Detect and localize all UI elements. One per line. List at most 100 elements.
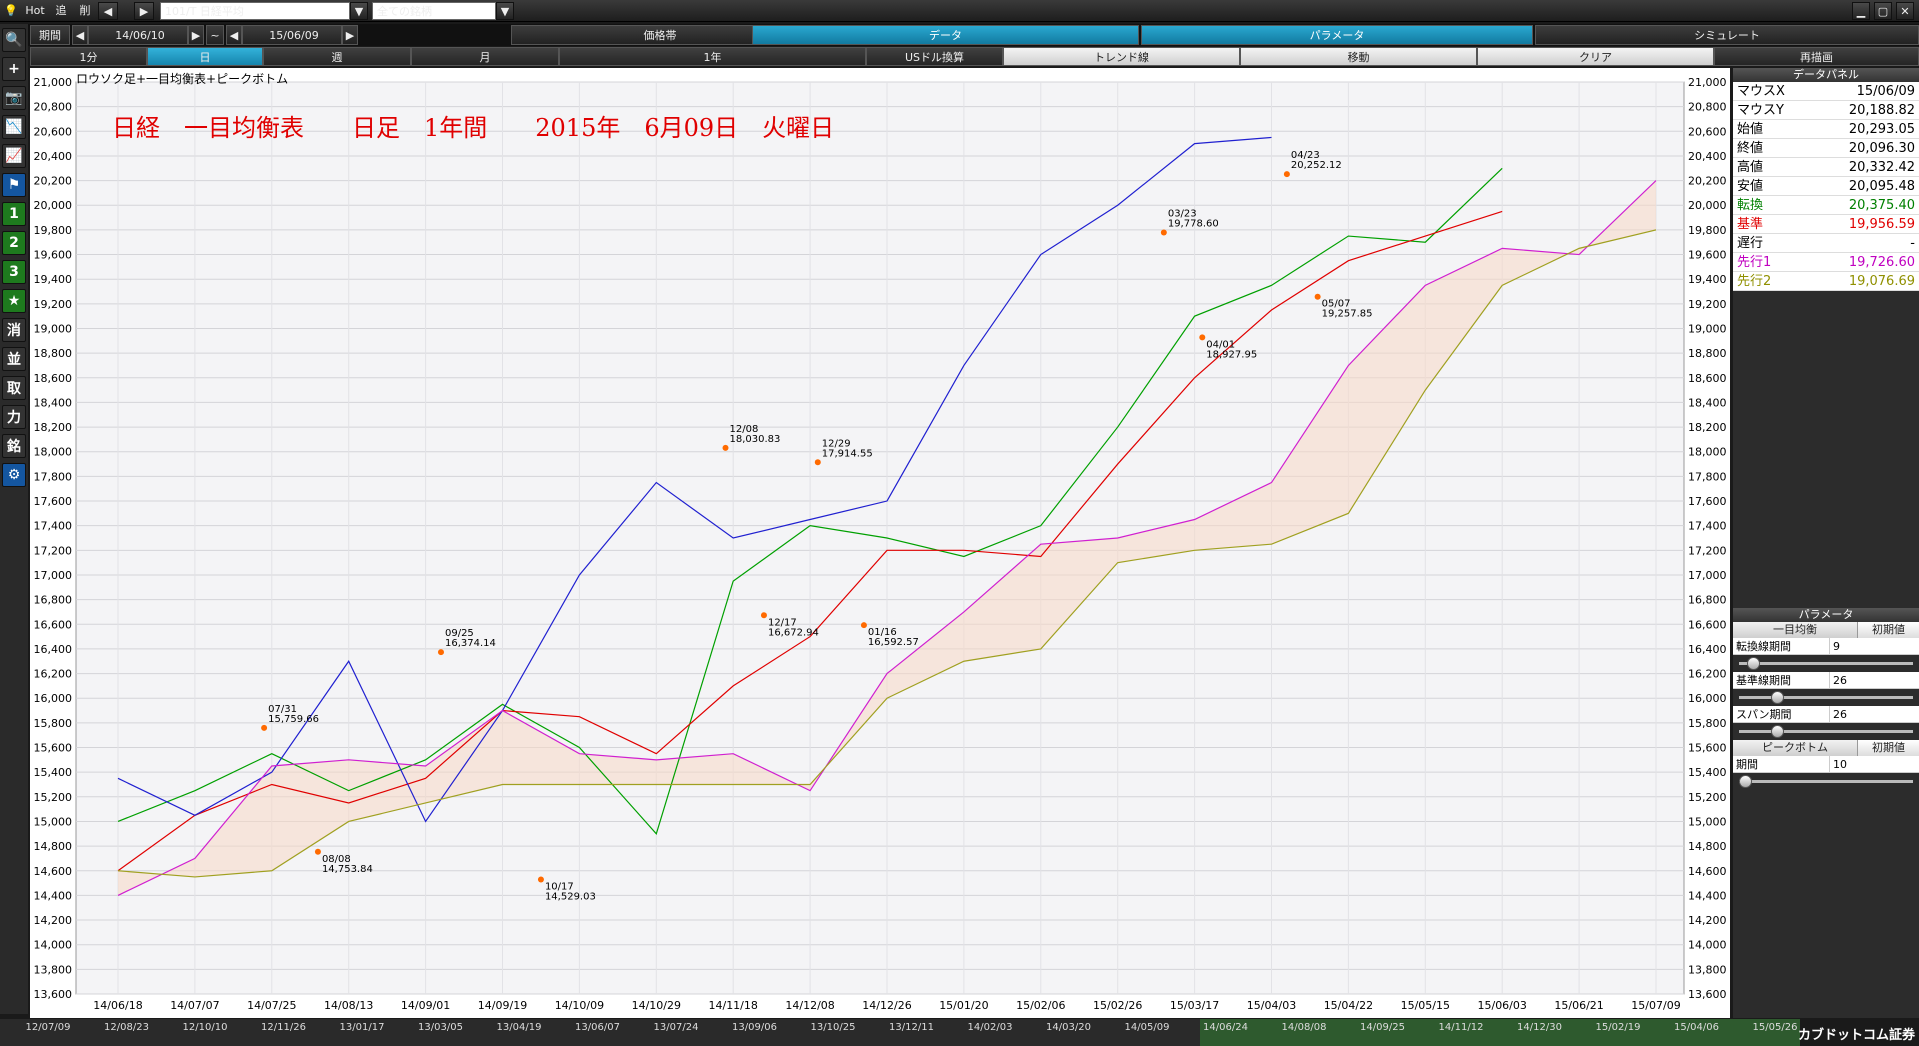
data-row-label: 高値 [1737, 160, 1764, 175]
xtick: 15/02/06 [1016, 999, 1065, 1012]
slider-track[interactable] [1739, 730, 1913, 733]
main-tab-3[interactable]: シミュレート [1535, 25, 1919, 45]
param-value-input[interactable]: 9 [1829, 638, 1919, 654]
param-value-input[interactable]: 26 [1829, 672, 1919, 688]
period-tab-5[interactable]: USドル換算 [866, 47, 1003, 66]
slider-knob[interactable] [1771, 691, 1784, 704]
minimize-icon[interactable]: ▁ [1852, 2, 1870, 20]
list-dropdown-icon[interactable]: ▼ [496, 2, 514, 20]
add-button[interactable]: 追 [52, 2, 70, 20]
hot-button[interactable]: Hot [22, 2, 48, 20]
period-tab-8[interactable]: クリア [1477, 47, 1714, 66]
kanji-icon-2[interactable]: 取 [2, 376, 26, 400]
param-slider[interactable] [1733, 689, 1919, 706]
data-row: 転換 20,375.40 [1733, 196, 1919, 215]
slider-track[interactable] [1739, 662, 1913, 665]
gear-icon[interactable]: ⚙ [2, 463, 26, 487]
kanji-icon-1[interactable]: 並 [2, 347, 26, 371]
flag-icon[interactable]: ⚑ [2, 173, 26, 197]
param-value-input[interactable]: 10 [1829, 756, 1919, 772]
period-tab-2[interactable]: 週 [263, 47, 411, 66]
two-icon[interactable]: 2 [2, 231, 26, 255]
slider-knob[interactable] [1771, 725, 1784, 738]
peak-marker [261, 724, 268, 731]
period-tab-4[interactable]: 1年 [559, 47, 866, 66]
ytick-left: 18,400 [34, 396, 73, 409]
erase-icon[interactable]: 消 [2, 318, 26, 342]
ytick-right: 19,400 [1688, 273, 1727, 286]
maximize-icon[interactable]: ▢ [1874, 2, 1892, 20]
period-tab-9[interactable]: 再描画 [1714, 47, 1919, 66]
data-row-value: 20,096.30 [1848, 141, 1915, 156]
ytick-left: 20,800 [34, 101, 73, 114]
crosshair-icon[interactable]: + [2, 57, 26, 81]
param-slider[interactable] [1733, 655, 1919, 672]
search-icon[interactable]: 🔍 [2, 28, 26, 52]
data-row-label: 始値 [1737, 122, 1764, 137]
list-select[interactable]: 全ての銘柄 [372, 2, 496, 20]
chart-purple-icon[interactable]: 📈 [2, 144, 26, 168]
period-to-next-button[interactable]: ▶ [342, 25, 358, 45]
kanji-icon-4[interactable]: 銘 [2, 434, 26, 458]
slider-track[interactable] [1739, 780, 1913, 783]
period-from-prev-button[interactable]: ◀ [72, 25, 88, 45]
period-from-next-button[interactable]: ▶ [188, 25, 204, 45]
ytick-left: 19,200 [34, 298, 73, 311]
bulb-icon[interactable]: 💡 [4, 2, 18, 20]
reset-default-button[interactable]: 初期値 [1857, 622, 1919, 638]
next-symbol-button[interactable]: ▶ [134, 2, 154, 20]
param-slider[interactable] [1733, 723, 1919, 740]
xtick: 15/03/17 [1170, 999, 1219, 1012]
ytick-left: 19,800 [34, 224, 73, 237]
reset-default-button[interactable]: 初期値 [1857, 740, 1919, 756]
main-tab-1[interactable]: データ [752, 25, 1139, 45]
period-tab-7[interactable]: 移動 [1240, 47, 1477, 66]
ytick-right: 17,200 [1688, 544, 1727, 557]
data-row: 終値 20,096.30 [1733, 139, 1919, 158]
ichimoku-chart[interactable]: 21,000 21,000 20,800 20,800 20,600 20,600 20,4… [30, 68, 1730, 1018]
param-slider[interactable] [1733, 773, 1919, 790]
navigator-label: 12/07/09 [26, 1022, 71, 1033]
main-tab-2[interactable]: パラメータ [1141, 25, 1533, 45]
ytick-right: 15,200 [1688, 791, 1727, 804]
ytick-left: 21,000 [34, 76, 73, 89]
navigator-label: 13/12/11 [889, 1022, 934, 1033]
period-from-input[interactable]: 14/06/10 [88, 25, 188, 45]
period-tab-3[interactable]: 月 [411, 47, 559, 66]
kanji-icon-3[interactable]: 力 [2, 405, 26, 429]
symbol-input[interactable]: 101/T 日経平均 [160, 2, 350, 20]
camera-icon[interactable]: 📷 [2, 86, 26, 110]
ytick-left: 13,800 [34, 963, 73, 976]
symbol-dropdown-icon[interactable]: ▼ [350, 2, 368, 20]
slider-knob[interactable] [1747, 657, 1760, 670]
data-row-value: - [1910, 236, 1915, 251]
navigator-label: 14/11/12 [1439, 1022, 1484, 1033]
period-tab-6[interactable]: トレンド線 [1003, 47, 1240, 66]
period-tab-1[interactable]: 日 [147, 47, 263, 66]
period-label: 期間 [30, 25, 70, 45]
chart-red-icon[interactable]: 📉 [2, 115, 26, 139]
period-to-input[interactable]: 15/06/09 [242, 25, 342, 45]
param-value-input[interactable]: 26 [1829, 706, 1919, 722]
prev-symbol-button[interactable]: ◀ [98, 2, 118, 20]
ytick-right: 16,400 [1688, 643, 1727, 656]
three-icon[interactable]: 3 [2, 260, 26, 284]
ytick-right: 14,600 [1688, 865, 1727, 878]
star-icon[interactable]: ★ [2, 289, 26, 313]
one-icon[interactable]: 1 [2, 202, 26, 226]
data-row: マウスY 20,188.82 [1733, 101, 1919, 120]
navigator-label: 15/04/06 [1674, 1022, 1719, 1033]
ytick-left: 14,800 [34, 840, 73, 853]
bottom-navigator[interactable]: 12/07/09 12/08/23 12/10/10 12/11/26 13/01/17… [0, 1019, 1919, 1046]
ytick-left: 20,600 [34, 125, 73, 138]
delete-button[interactable]: 削 [76, 2, 94, 20]
period-tab-0[interactable]: 1分 [30, 47, 147, 66]
ytick-right: 15,800 [1688, 717, 1727, 730]
period-to-prev-button[interactable]: ◀ [226, 25, 242, 45]
param-label: 基準線期間 [1736, 674, 1791, 687]
close-icon[interactable]: ✕ [1896, 2, 1914, 20]
chart-area[interactable]: 21,000 21,000 20,800 20,800 20,600 20,600 20,4… [30, 68, 1730, 1018]
slider-track[interactable] [1739, 696, 1913, 699]
right-panel: データパネル マウスX 15/06/09 マウスY 20,188.82 始値 20,293… [1733, 68, 1919, 1018]
slider-knob[interactable] [1739, 775, 1752, 788]
